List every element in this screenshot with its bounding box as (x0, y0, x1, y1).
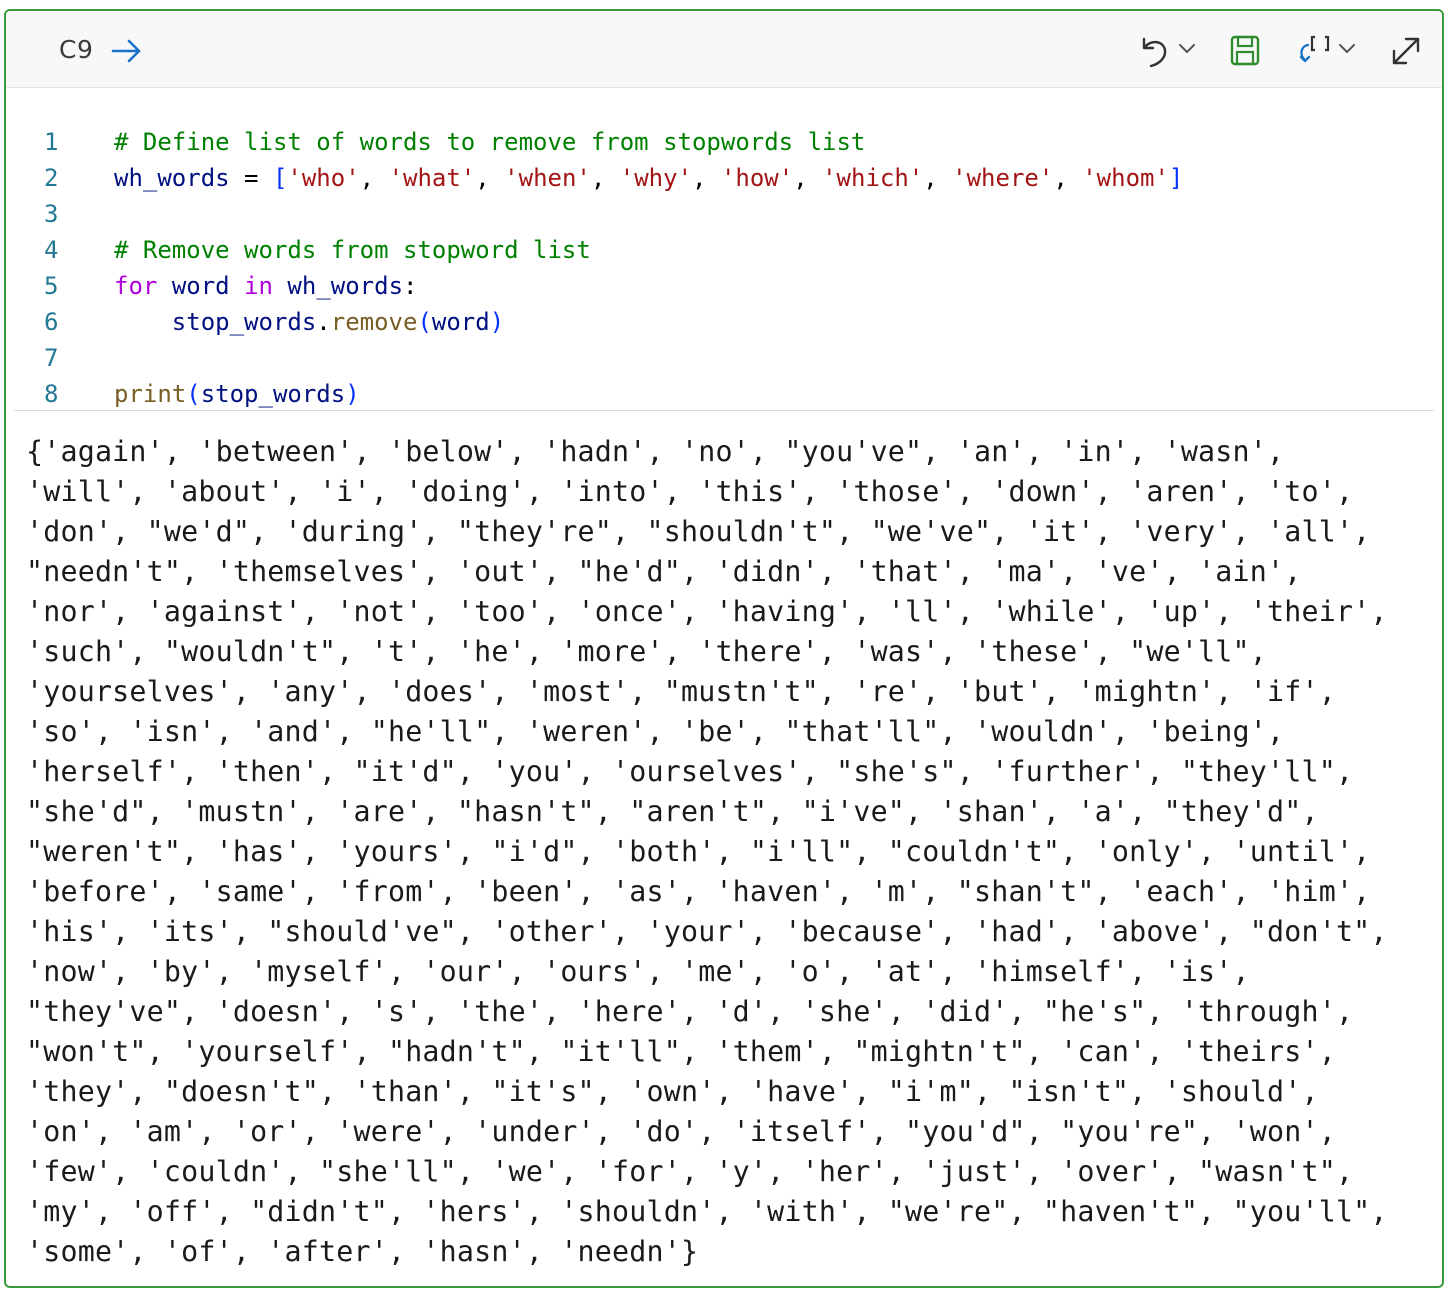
code-token: for (114, 272, 158, 300)
chevron-down-icon[interactable] (1338, 41, 1356, 77)
line-number: 8 (44, 380, 59, 408)
code-text[interactable]: for word in wh_words: (114, 268, 417, 304)
code-token: ( (417, 308, 432, 336)
code-token: 'who' (287, 164, 360, 192)
cell-id-label: C9 (59, 35, 94, 64)
run-arrow-icon[interactable] (110, 33, 144, 69)
variables-refresh-icon[interactable] (1294, 33, 1338, 69)
code-token: , (590, 164, 620, 192)
output-line: 'such', "wouldn't", 't', 'he', 'more', '… (26, 635, 1268, 668)
output-line: 'his', 'its', "should've", 'other', 'you… (26, 915, 1388, 948)
output-line: 'so', 'isn', 'and', "he'll", 'weren', 'b… (26, 715, 1285, 748)
output-line: 'before', 'same', 'from', 'been', 'as', … (26, 875, 1371, 908)
output-line: 'now', 'by', 'myself', 'our', 'ours', 'm… (26, 955, 1250, 988)
chevron-down-icon[interactable] (1178, 41, 1196, 77)
output-line: 'nor', 'against', 'not', 'too', 'once', … (26, 595, 1388, 628)
code-token: print (114, 380, 187, 408)
line-number: 6 (44, 308, 59, 336)
output-line: "they've", 'doesn', 's', 'the', 'here', … (26, 995, 1354, 1028)
code-editor[interactable]: 1 # Define list of words to remove from s… (6, 88, 1442, 411)
output-line: 'on', 'am', 'or', 'were', 'under', 'do',… (26, 1115, 1336, 1148)
cell-toolbar: C9 (6, 11, 1442, 88)
code-token: ] (1168, 164, 1184, 192)
output-line: 'herself', 'then', "it'd", 'you', 'ourse… (26, 755, 1354, 788)
code-text[interactable]: wh_words = ['who', 'what', 'when', 'why'… (114, 160, 1183, 196)
code-token: 'when' (504, 164, 591, 192)
code-token: 'why' (619, 164, 693, 192)
expand-icon[interactable] (1388, 33, 1424, 69)
code-token: # Remove words from stopword list (114, 236, 591, 264)
code-token: : (403, 272, 418, 300)
output-line: 'will', 'about', 'i', 'doing', 'into', '… (26, 475, 1354, 508)
code-token: in (244, 272, 273, 300)
output-line: "weren't", 'has', 'yours', "i'd", 'both'… (26, 835, 1371, 868)
output-line: {'again', 'between', 'below', 'hadn', 'n… (26, 435, 1285, 468)
code-token: wh_words (114, 164, 230, 192)
code-token: ) (489, 308, 505, 336)
code-token: , (692, 164, 721, 192)
code-token: 'which' (822, 164, 924, 192)
code-text[interactable]: stop_words.remove(word) (114, 304, 504, 340)
code-token: 'where' (952, 164, 1054, 192)
output-line: 'yourselves', 'any', 'does', 'most', "mu… (26, 675, 1336, 708)
line-number: 1 (44, 128, 59, 156)
code-token: , (923, 164, 953, 192)
code-token: ( (186, 380, 201, 408)
output-line: 'some', 'of', 'after', 'hasn', 'needn'} (26, 1235, 699, 1268)
line-number: 5 (44, 272, 59, 300)
output-line: 'don', "we'd", 'during', "they're", "sho… (26, 515, 1371, 548)
code-token: stop_words (171, 308, 317, 336)
code-text[interactable]: print(stop_words) (114, 376, 360, 412)
code-token: stop_words (200, 380, 346, 408)
code-token: remove (330, 308, 418, 336)
code-token: # Define list of words to remove from st… (114, 128, 866, 156)
code-token: , (359, 164, 389, 192)
code-token: , (1053, 164, 1083, 192)
code-token: wh_words (287, 272, 404, 300)
code-token: word (431, 308, 490, 336)
code-token: [ (272, 164, 288, 192)
code-token: 'whom' (1082, 164, 1169, 192)
code-token: ) (345, 380, 360, 408)
code-token: 'what' (388, 164, 476, 192)
output-line: 'few', 'couldn', "she'll", 'we', 'for', … (26, 1155, 1354, 1188)
undo-icon[interactable] (1136, 33, 1172, 69)
line-number: 3 (44, 200, 59, 228)
output-line: 'my', 'off', "didn't", 'hers', 'shouldn'… (26, 1195, 1388, 1228)
notebook-cell: C9 1 # Define list of words to remove fr… (4, 9, 1444, 1288)
code-token: . (316, 308, 331, 336)
code-token: = (229, 164, 273, 192)
output-line: "she'd", 'mustn', 'are', "hasn't", "aren… (26, 795, 1319, 828)
line-number: 4 (44, 236, 59, 264)
line-number: 2 (44, 164, 59, 192)
cell-output: {'again', 'between', 'below', 'hadn', 'n… (26, 432, 1426, 1272)
line-number: 7 (44, 344, 59, 372)
code-token: , (475, 164, 505, 192)
output-line: 'they', "doesn't", 'than', "it's", 'own'… (26, 1075, 1319, 1108)
output-divider (14, 410, 1434, 411)
code-token: , (793, 164, 823, 192)
output-line: "won't", 'yourself', "hadn't", "it'll", … (26, 1035, 1336, 1068)
save-icon[interactable] (1228, 33, 1262, 69)
output-line: "needn't", 'themselves', 'out', "he'd", … (26, 555, 1302, 588)
code-text[interactable]: # Define list of words to remove from st… (114, 124, 865, 160)
code-text[interactable]: # Remove words from stopword list (114, 232, 591, 268)
code-token: 'how' (720, 164, 794, 192)
code-token: word (171, 272, 230, 300)
